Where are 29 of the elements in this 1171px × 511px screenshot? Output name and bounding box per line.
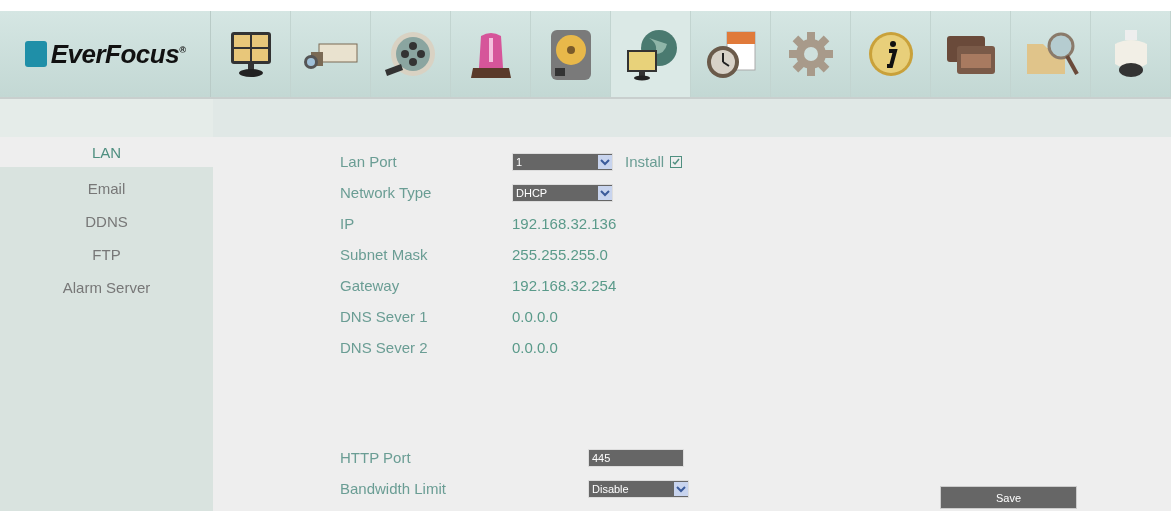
nav-tab[interactable]: [611, 11, 691, 97]
field-value: 192.168.32.254: [512, 277, 617, 294]
field-label: Bandwidth Limit: [340, 480, 447, 497]
field-label: DNS Sever 2: [340, 339, 429, 356]
field-label: HTTP Port: [340, 449, 412, 466]
field-label: DNS Sever 1: [340, 308, 429, 325]
field-label: Lan Port: [340, 153, 398, 170]
checkbox[interactable]: [670, 155, 683, 168]
logo-text: EverFocus$^{®}$: [50, 38, 186, 70]
field-value: 192.168.32.136: [512, 215, 617, 232]
sidebar-item[interactable]: LAN: [0, 137, 213, 167]
dropdown[interactable]: 1: [512, 152, 613, 171]
field-label: Gateway: [340, 277, 401, 294]
input-field[interactable]: 445: [588, 448, 684, 467]
save-button[interactable]: Save: [940, 486, 1077, 509]
sidebar-item[interactable]: FTP: [0, 239, 213, 269]
field-label: Network Type: [340, 184, 433, 201]
field-label: IP: [340, 215, 356, 232]
field-value: 255.255.255.0: [512, 246, 608, 263]
sidebar-item[interactable]: Alarm Server: [0, 272, 213, 302]
sidebar-item[interactable]: DDNS: [0, 206, 213, 236]
field-value: 0.0.0.0: [512, 308, 558, 325]
checkbox-label: Install: [625, 153, 665, 170]
field-value: 0.0.0.0: [512, 339, 558, 356]
dropdown[interactable]: Disable: [588, 479, 689, 498]
sidebar-item[interactable]: Email: [0, 173, 213, 203]
field-label: Subnet Mask: [340, 246, 429, 263]
logo-icon: [24, 41, 47, 67]
dropdown[interactable]: DHCP: [512, 183, 613, 202]
